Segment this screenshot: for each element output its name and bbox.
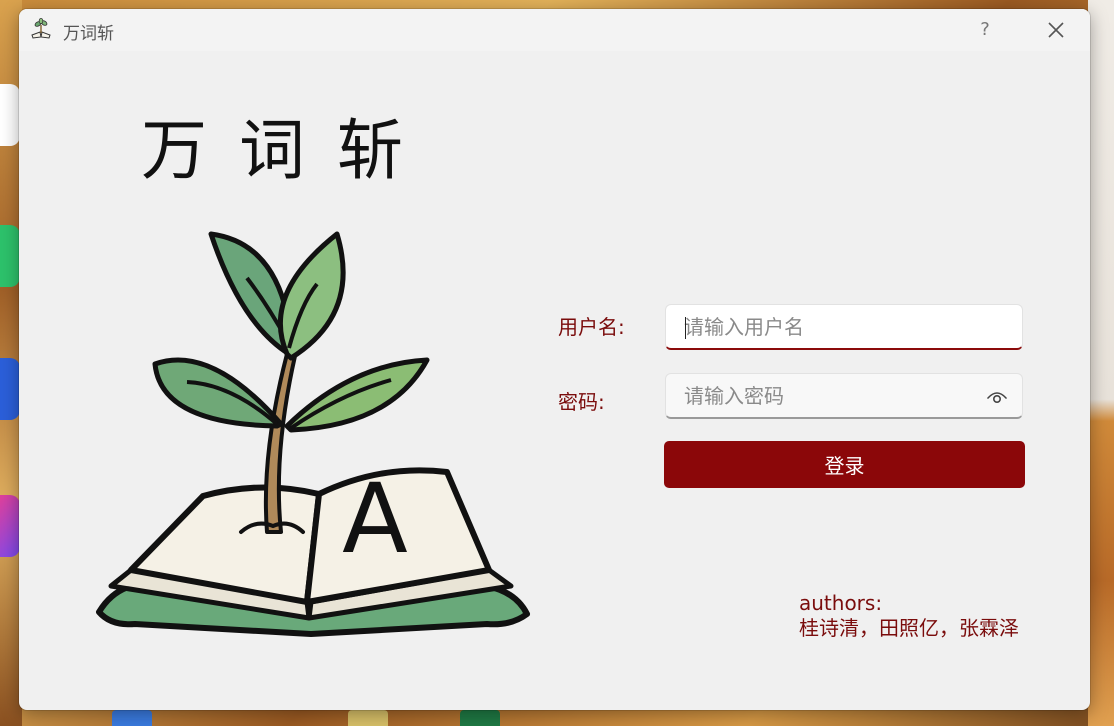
password-label: 密码: — [558, 390, 605, 414]
taskbar-item[interactable] — [112, 710, 152, 726]
logo-letter: A — [342, 463, 408, 575]
logo-illustration: A — [96, 231, 530, 637]
password-input[interactable] — [666, 374, 1022, 417]
authors-credit: authors: 桂诗清，田照亿，张霖泽 — [799, 591, 1019, 641]
window-title: 万词斩 — [63, 24, 114, 44]
taskbar-item[interactable] — [460, 710, 500, 726]
login-button[interactable]: 登录 — [664, 441, 1025, 488]
authors-label: authors: — [799, 591, 883, 615]
username-label: 用户名: — [558, 315, 625, 339]
desktop-background-right — [1088, 0, 1114, 726]
desktop-icon-wechat[interactable] — [0, 225, 20, 287]
username-input[interactable] — [666, 305, 1022, 348]
desktop-icon-ai[interactable] — [0, 358, 20, 420]
password-field[interactable] — [665, 373, 1023, 419]
leaf-right-low — [284, 357, 430, 433]
leaf-left-low — [152, 357, 284, 429]
login-window: 万词斩 ? 万词斩 A 用户名: 密 — [19, 9, 1090, 710]
text-caret — [685, 317, 686, 339]
help-button[interactable]: ? — [969, 15, 1001, 45]
eye-icon[interactable] — [986, 388, 1008, 406]
close-icon — [1048, 22, 1064, 38]
authors-names: 桂诗清，田照亿，张霖泽 — [799, 616, 1019, 640]
title-bar[interactable]: 万词斩 ? — [19, 9, 1090, 51]
taskbar-item[interactable] — [348, 710, 388, 726]
desktop-icon-qq[interactable] — [0, 84, 20, 146]
username-field[interactable] — [665, 304, 1023, 350]
close-button[interactable] — [1039, 15, 1073, 45]
leaf-left-top — [208, 231, 292, 357]
sprout-book-icon — [31, 18, 51, 39]
app-heading: 万词斩 — [141, 112, 435, 189]
desktop-icon-creative[interactable] — [0, 495, 20, 557]
